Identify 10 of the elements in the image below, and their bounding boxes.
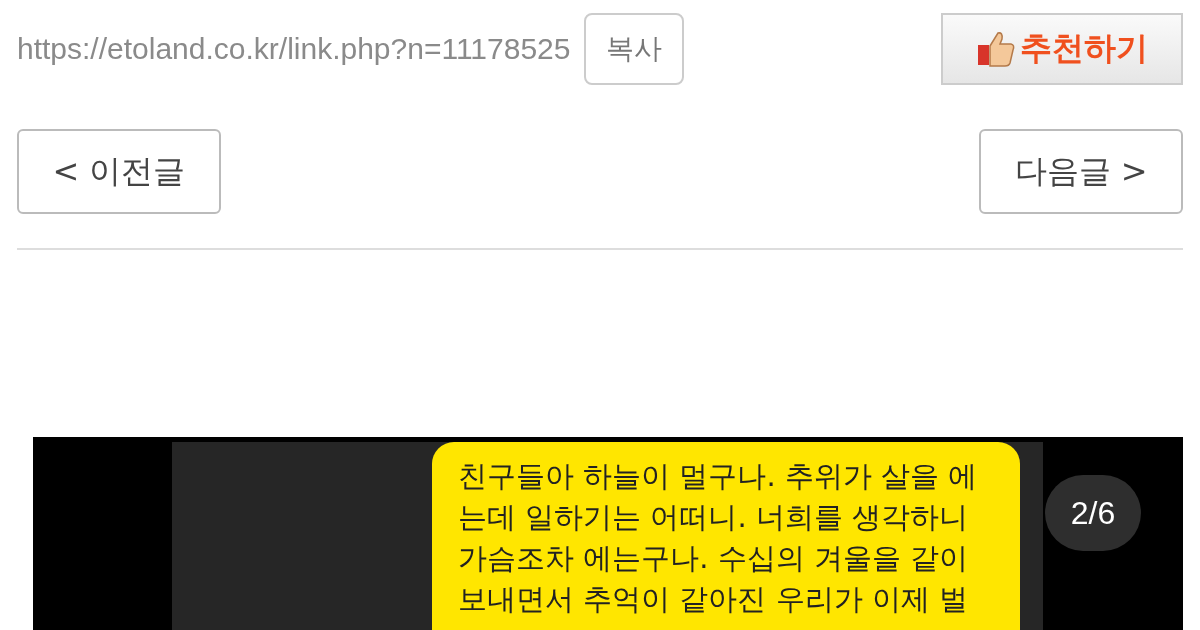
- thumbs-up-icon: [976, 29, 1016, 69]
- message-line: 보내면서 추억이 같아진 우리가 이제 벌: [458, 581, 969, 618]
- message-line: 친구들아 하늘이 멀구나. 추위가 살을 에: [458, 458, 978, 495]
- post-url: https://etoland.co.kr/link.php?n=11178525: [17, 32, 571, 66]
- page-counter: 2/6: [1045, 475, 1141, 551]
- previous-post-button[interactable]: < 이전글: [17, 129, 221, 214]
- copy-button[interactable]: 복사: [584, 13, 685, 85]
- message-line: 는데 일하기는 어떠니. 너희를 생각하니: [458, 499, 969, 536]
- next-post-button[interactable]: 다음글 >: [979, 129, 1183, 214]
- message-line: 가슴조차 에는구나. 수십의 겨울을 같이: [458, 540, 969, 577]
